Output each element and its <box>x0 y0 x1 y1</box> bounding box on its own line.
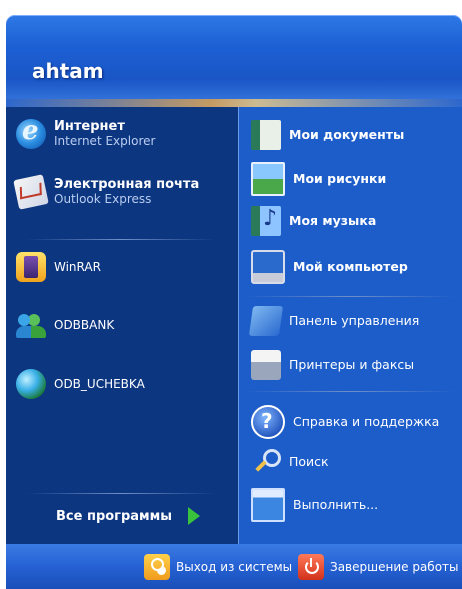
menu-item-label: Электронная почта <box>54 177 200 192</box>
my-documents-icon <box>251 120 281 150</box>
left-pane: Интернет Internet Explorer Электронная п… <box>6 107 238 544</box>
menu-item-winrar[interactable]: WinRAR <box>16 252 101 282</box>
menu-item-odb-uchebka[interactable]: ODB_UCHEBKA <box>16 369 145 399</box>
menu-item-label: Поиск <box>289 454 329 469</box>
menu-item-label: Принтеры и факсы <box>289 357 415 372</box>
logoff-button[interactable]: Выход из системы <box>144 554 292 580</box>
right-pane: Мои документы Мои рисунки Моя музыка Мой… <box>238 107 462 544</box>
menu-item-my-computer[interactable]: Мой компьютер <box>251 250 408 284</box>
menu-item-my-documents[interactable]: Мои документы <box>251 120 404 150</box>
menu-item-internet[interactable]: Интернет Internet Explorer <box>16 116 156 149</box>
menu-item-control-panel[interactable]: Панель управления <box>248 306 420 336</box>
menu-item-search[interactable]: Поиск <box>251 447 329 477</box>
menu-item-label: Мои документы <box>289 127 405 142</box>
menu-item-label: Справка и поддержка <box>293 414 440 429</box>
help-icon <box>251 405 285 439</box>
search-icon <box>251 447 281 477</box>
my-computer-icon <box>251 250 285 284</box>
menu-item-label: WinRAR <box>54 260 101 274</box>
run-icon <box>251 488 285 522</box>
menu-item-sublabel: Outlook Express <box>54 192 152 206</box>
menu-item-label: ODBBANK <box>54 318 115 332</box>
menu-item-email[interactable]: Электронная почта Outlook Express <box>13 174 200 210</box>
start-menu-header: ahtam <box>6 15 462 107</box>
key-icon <box>144 554 170 580</box>
menu-item-label: Панель управления <box>289 313 420 328</box>
start-menu: ahtam Интернет Internet Explorer Электро… <box>0 0 462 589</box>
menu-item-label: Выполнить... <box>293 497 379 512</box>
my-music-icon <box>251 206 281 236</box>
separator <box>245 296 455 297</box>
menu-item-run[interactable]: Выполнить... <box>251 488 378 522</box>
menu-item-printers[interactable]: Принтеры и факсы <box>251 350 414 380</box>
people-icon <box>16 310 46 340</box>
globe-icon <box>16 369 46 399</box>
menu-item-label: ODB_UCHEBKA <box>54 377 145 391</box>
control-panel-icon <box>248 306 284 336</box>
menu-item-sublabel: Internet Explorer <box>54 134 156 148</box>
winrar-icon <box>16 252 46 282</box>
power-icon <box>298 554 324 580</box>
separator <box>26 239 216 240</box>
printers-icon <box>251 350 281 380</box>
start-menu-footer: Выход из системы Завершение работы <box>6 544 462 589</box>
internet-explorer-icon <box>16 116 46 149</box>
menu-item-label: Моя музыка <box>289 213 377 228</box>
menu-item-help[interactable]: Справка и поддержка <box>251 405 439 439</box>
menu-item-label: Интернет <box>54 119 125 134</box>
shutdown-button[interactable]: Завершение работы <box>298 554 459 580</box>
my-pictures-icon <box>251 162 285 196</box>
all-programs-label: Все программы <box>56 508 173 524</box>
outlook-express-icon <box>13 174 49 210</box>
menu-item-label: Мой компьютер <box>293 259 408 274</box>
shutdown-label: Завершение работы <box>330 560 459 574</box>
logoff-label: Выход из системы <box>176 560 293 574</box>
menu-item-my-music[interactable]: Моя музыка <box>251 206 376 236</box>
all-programs-button[interactable]: Все программы <box>56 505 226 527</box>
menu-item-odbbank[interactable]: ODBBANK <box>16 310 114 340</box>
header-divider <box>6 99 462 107</box>
separator <box>26 493 216 494</box>
menu-item-my-pictures[interactable]: Мои рисунки <box>251 162 386 196</box>
user-name: ahtam <box>32 59 104 83</box>
menu-item-label: Мои рисунки <box>293 171 387 186</box>
arrow-right-icon <box>188 507 201 525</box>
separator <box>245 391 455 392</box>
